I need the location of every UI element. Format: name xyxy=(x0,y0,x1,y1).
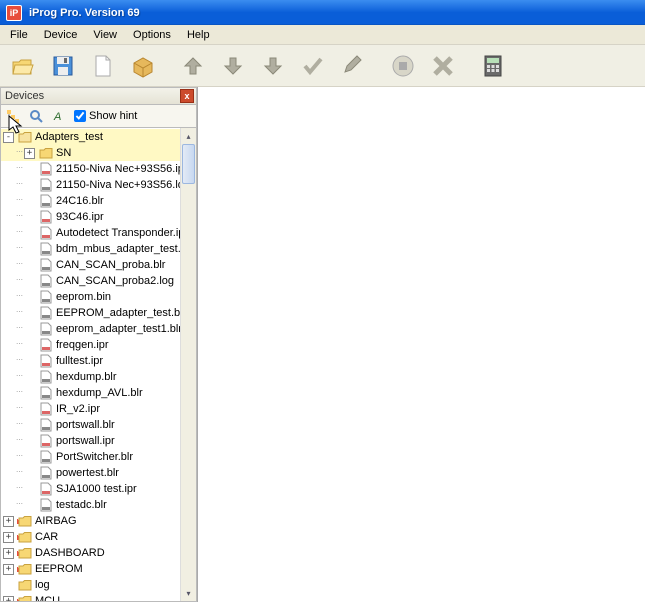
tree-file[interactable]: ⋯portswall.blr xyxy=(1,417,180,433)
search-icon xyxy=(29,109,43,123)
devices-panel-toolbar: A Show hint xyxy=(0,105,197,127)
main-view xyxy=(197,87,645,602)
floppy-icon xyxy=(50,53,76,79)
device-tree[interactable]: -Adapters_test⋯+SN⋯21150-Niva Nec+93S56.… xyxy=(1,128,180,601)
tree-file[interactable]: ⋯portswall.ipr xyxy=(1,433,180,449)
tree-file[interactable]: ⋯EEPROM_adapter_test.blr xyxy=(1,305,180,321)
scroll-thumb[interactable] xyxy=(182,144,195,184)
collapse-icon[interactable]: - xyxy=(3,132,14,143)
package-icon xyxy=(130,53,156,79)
tree-file[interactable]: ⋯Autodetect Transponder.ipr xyxy=(1,225,180,241)
stop-icon xyxy=(390,53,416,79)
arrow-down-icon xyxy=(261,54,285,78)
menu-options[interactable]: Options xyxy=(125,27,179,43)
tree-node-car[interactable]: ++CAR xyxy=(1,529,180,545)
menu-device[interactable]: Device xyxy=(36,27,86,43)
toolbar-package[interactable] xyxy=(124,48,162,84)
tree-node-adapters-test[interactable]: -Adapters_test xyxy=(1,129,180,145)
edit-icon xyxy=(341,54,365,78)
titlebar: iP iProg Pro. Version 69 xyxy=(0,0,645,25)
tree-file[interactable]: ⋯bdm_mbus_adapter_test.blr xyxy=(1,241,180,257)
devices-panel-header: Devices x xyxy=(0,87,197,105)
tree-file[interactable]: ⋯testadc.blr xyxy=(1,497,180,513)
page-icon xyxy=(90,53,116,79)
tree-file[interactable]: ⋯21150-Niva Nec+93S56.log xyxy=(1,177,180,193)
tree-file[interactable]: ⋯21150-Niva Nec+93S56.ipr xyxy=(1,161,180,177)
toolbar-open-folder[interactable] xyxy=(4,48,42,84)
font-icon: A xyxy=(52,109,66,123)
calculator-icon xyxy=(480,53,506,79)
panel-tree-view-button[interactable] xyxy=(3,107,23,125)
tree-file[interactable]: ⋯93C46.ipr xyxy=(1,209,180,225)
tree-container: -Adapters_test⋯+SN⋯21150-Niva Nec+93S56.… xyxy=(0,127,197,602)
toolbar-arrow-down[interactable] xyxy=(214,48,252,84)
menu-help[interactable]: Help xyxy=(179,27,218,43)
tree-file[interactable]: ⋯eeprom_adapter_test1.blr xyxy=(1,321,180,337)
tree-file[interactable]: ⋯24C16.blr xyxy=(1,193,180,209)
tree-file[interactable]: ⋯CAN_SCAN_proba2.log xyxy=(1,273,180,289)
scroll-down-icon[interactable]: ▾ xyxy=(181,585,196,601)
tree-node-sn[interactable]: ⋯+SN xyxy=(1,145,180,161)
tree-node-eeprom[interactable]: ++EEPROM xyxy=(1,561,180,577)
tree-scrollbar[interactable]: ▴ ▾ xyxy=(180,128,196,601)
toolbar-cancel[interactable] xyxy=(424,48,462,84)
expand-icon[interactable]: + xyxy=(24,148,35,159)
expand-icon[interactable]: + xyxy=(3,596,14,602)
open-folder-icon xyxy=(10,53,36,79)
scroll-up-icon[interactable]: ▴ xyxy=(181,128,196,144)
devices-panel-title: Devices xyxy=(3,90,180,102)
panel-close-button[interactable]: x xyxy=(180,89,194,103)
menu-view[interactable]: View xyxy=(85,27,125,43)
arrow-up-icon xyxy=(181,54,205,78)
tree-file[interactable]: ⋯hexdump.blr xyxy=(1,369,180,385)
panel-search-button[interactable] xyxy=(26,107,46,125)
expand-icon[interactable]: + xyxy=(3,516,14,527)
content-area: Devices x A Show hint -Adapters_test⋯+SN… xyxy=(0,87,645,602)
toolbar-check[interactable] xyxy=(294,48,332,84)
show-hint-label: Show hint xyxy=(89,110,137,122)
tree-node-mcu[interactable]: ++MCU xyxy=(1,593,180,601)
tree-file[interactable]: ⋯fulltest.ipr xyxy=(1,353,180,369)
toolbar-stop[interactable] xyxy=(384,48,422,84)
menu-file[interactable]: File xyxy=(2,27,36,43)
show-hint-input[interactable] xyxy=(74,110,86,122)
tree-file[interactable]: ⋯hexdump_AVL.blr xyxy=(1,385,180,401)
tree-file[interactable]: ⋯powertest.blr xyxy=(1,465,180,481)
expand-icon[interactable]: + xyxy=(3,532,14,543)
cancel-icon xyxy=(430,53,456,79)
svg-text:A: A xyxy=(53,111,61,123)
tree-view-icon xyxy=(6,109,20,123)
window-title: iProg Pro. Version 69 xyxy=(26,7,643,19)
toolbar-page[interactable] xyxy=(84,48,122,84)
expand-icon[interactable]: + xyxy=(3,548,14,559)
app-icon: iP xyxy=(6,5,22,21)
toolbar-arrow-down-2[interactable] xyxy=(254,48,292,84)
tree-file[interactable]: ⋯eeprom.bin xyxy=(1,289,180,305)
tree-file[interactable]: ⋯IR_v2.ipr xyxy=(1,401,180,417)
show-hint-checkbox[interactable]: Show hint xyxy=(74,110,137,122)
tree-node-dashboard[interactable]: ++DASHBOARD xyxy=(1,545,180,561)
toolbar xyxy=(0,45,645,87)
check-icon xyxy=(301,54,325,78)
tree-file[interactable]: ⋯freqgen.ipr xyxy=(1,337,180,353)
toolbar-arrow-up[interactable] xyxy=(174,48,212,84)
tree-node-log[interactable]: log xyxy=(1,577,180,593)
tree-file[interactable]: ⋯SJA1000 test.ipr xyxy=(1,481,180,497)
menubar: File Device View Options Help xyxy=(0,25,645,45)
tree-node-airbag[interactable]: ++AIRBAG xyxy=(1,513,180,529)
tree-file[interactable]: ⋯PortSwitcher.blr xyxy=(1,449,180,465)
panel-font-button[interactable]: A xyxy=(49,107,69,125)
arrow-down-icon xyxy=(221,54,245,78)
devices-panel: Devices x A Show hint -Adapters_test⋯+SN… xyxy=(0,87,197,602)
tree-file[interactable]: ⋯CAN_SCAN_proba.blr xyxy=(1,257,180,273)
expand-icon[interactable]: + xyxy=(3,564,14,575)
toolbar-edit[interactable] xyxy=(334,48,372,84)
toolbar-calculator[interactable] xyxy=(474,48,512,84)
toolbar-save[interactable] xyxy=(44,48,82,84)
